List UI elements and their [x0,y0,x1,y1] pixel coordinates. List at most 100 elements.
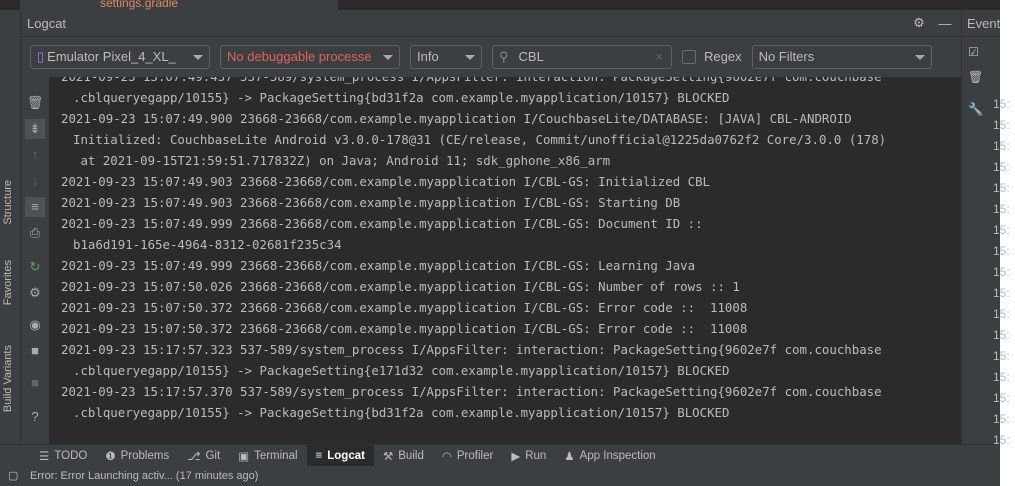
event-time: 15: [993,307,1010,321]
project-file-settings-gradle[interactable]: settings.gradle [100,0,178,10]
tab-label: Logcat [327,449,365,462]
tab-label: Git [205,449,221,462]
tab-build[interactable]: ⚒ Build [374,445,433,467]
left-tool-strip: Structure Favorites Build Variants [0,10,21,468]
event-time: 15: [993,118,1010,132]
log-line: 2021-09-23 15:07:49.903 23668-23668/com.… [61,195,681,210]
tab-logcat[interactable]: ≡ Logcat [306,444,374,467]
tab-label: Run [525,449,547,462]
tab-label: TODO [54,449,88,462]
soft-wrap-icon[interactable]: ≡ [25,197,45,217]
log-line: 2021-09-23 15:07:49.900 23668-23668/com.… [61,111,852,126]
event-time: 15: [993,244,1010,258]
restart-icon[interactable]: ↻ [25,257,45,277]
project-tree: settings.gradle [20,0,338,10]
device-dropdown[interactable]: ▯ Emulator Pixel_4_XL_ [30,44,210,69]
event-log-title[interactable]: Event [962,10,1000,37]
log-level-dropdown[interactable]: Info [410,44,482,69]
status-bar: ▢ Error: Error Launching activ... (17 min… [0,466,1000,486]
log-line: 2021-09-23 15:07:49.903 23668-23668/com.… [61,174,711,189]
process-dropdown[interactable]: No debuggable processe [220,44,400,69]
tool-structure[interactable]: Structure [2,180,14,225]
help-icon[interactable]: ? [25,407,45,427]
chevron-down-icon [383,54,393,60]
logcat-title: Logcat [27,15,67,31]
tab-terminal[interactable]: ▣ Terminal [229,445,306,467]
log-line: Initialized: CouchbaseLite Android v3.0.… [73,132,887,147]
terminal-icon: ▣ [238,450,250,463]
wrench-icon[interactable]: 🔧 [968,102,983,116]
log-output[interactable]: 2021-09-23 15:07:49.437 537-589/system_p… [49,77,961,444]
tool-build-variants[interactable]: Build Variants [2,345,14,412]
device-icon: ▯ [37,48,45,64]
log-line: 2021-09-23 15:07:49.437 537-589/system_p… [49,77,961,87]
tab-todo[interactable]: ☰ TODO [30,445,96,467]
tab-git[interactable]: ⎇ Git [178,445,229,467]
gauge-icon: ◠ [441,450,452,463]
tab-label: Build [398,449,424,462]
logcat-icon: ≡ [315,449,323,462]
tool-favorites[interactable]: Favorites [2,260,14,305]
event-time: 15: [993,412,1010,426]
log-line: 2021-09-23 15:07:49.999 23668-23668/com.… [61,216,703,231]
hammer-icon: ⚒ [382,450,394,463]
filter-dropdown[interactable]: No Filters [751,44,932,69]
status-icon[interactable]: ▢ [8,466,18,486]
trash-icon[interactable]: 🗑 [25,93,45,113]
event-time: 15: [993,97,1010,111]
search-icon: ⚲ [499,48,509,64]
logcat-toolbar: 🗑 ⇟ ↑ ↓ ≡ ⎙ ↻ ⚙ ◉ ■ ■ ? [21,77,49,444]
event-time: 15: [993,328,1010,342]
log-line: 2021-09-23 15:07:50.372 23668-23668/com.… [61,300,748,315]
tab-problems[interactable]: ❶ Problems [96,445,178,467]
down-arrow-icon[interactable]: ↓ [25,171,45,191]
tab-label: Profiler [456,449,494,462]
minimize-icon[interactable]: — [935,16,955,31]
log-line: .cblqueryegapp/10155} -> PackageSetting{… [73,363,730,378]
log-line: at 2021-09-15T21:59:51.717832Z) on Java;… [73,153,611,168]
checkbox-icon [682,49,696,64]
log-line: .cblqueryegapp/10155} -> PackageSetting{… [73,90,730,105]
tab-label: Problems [120,449,170,462]
tab-profiler[interactable]: ◠ Profiler [433,445,502,467]
event-time: 15: [993,139,1010,153]
event-time: 15: [993,223,1010,237]
tab-app-inspection[interactable]: ♟ App Inspection [555,445,664,467]
tab-label: App Inspection [579,449,656,462]
chevron-down-icon [465,54,475,60]
chevron-down-icon [193,54,203,60]
print-icon[interactable]: ⎙ [25,223,45,243]
stop-icon[interactable]: ■ [25,373,45,393]
play-icon: ▶ [511,450,521,463]
git-icon: ⎇ [187,450,201,463]
tab-label: Terminal [254,449,298,462]
regex-checkbox[interactable]: Regex [682,49,742,64]
clear-icon[interactable]: × [655,49,663,64]
editor-top: settings.gradle [0,0,1000,10]
gear-icon[interactable]: ⚙ [909,15,929,31]
scroll-to-end-icon[interactable]: ⇟ [25,119,45,139]
log-line: .cblqueryegapp/10155} -> PackageSetting{… [73,405,730,420]
log-line: 2021-09-23 15:07:49.999 23668-23668/com.… [61,258,696,273]
tab-run[interactable]: ▶ Run [502,445,555,467]
event-time: 15: [993,370,1010,384]
video-icon[interactable]: ■ [25,341,45,361]
up-arrow-icon[interactable]: ↑ [25,145,45,165]
event-time: 15: [993,286,1010,300]
event-log-panel: Event ☑ 🗑 🔧 15: 15: 15: 15: 15: 15: 15: 15: 15: 1… [961,10,1010,447]
search-input[interactable]: ⚲ CBL × [492,44,672,69]
logcat-panel: Logcat ⚙ — ▯ Emulator Pixel_4_XL_ No debu… [21,10,961,444]
inspect-icon: ♟ [564,450,575,463]
log-line: 2021-09-23 15:07:50.372 23668-23668/com.… [61,321,748,336]
trash-icon[interactable]: 🗑 [968,70,983,84]
chevron-down-icon [914,54,925,60]
settings-icon[interactable]: ⚙ [25,283,45,303]
event-time: 15: [993,349,1010,363]
log-line: 2021-09-23 15:07:50.026 23668-23668/com.… [61,279,740,294]
event-time: 15: [993,265,1010,279]
status-text[interactable]: Error: Error Launching activ... (17 minu… [30,470,258,482]
camera-icon[interactable]: ◉ [25,315,45,335]
check-icon[interactable]: ☑ [968,45,979,59]
list-icon: ☰ [39,450,50,463]
warning-icon: ❶ [105,450,116,463]
